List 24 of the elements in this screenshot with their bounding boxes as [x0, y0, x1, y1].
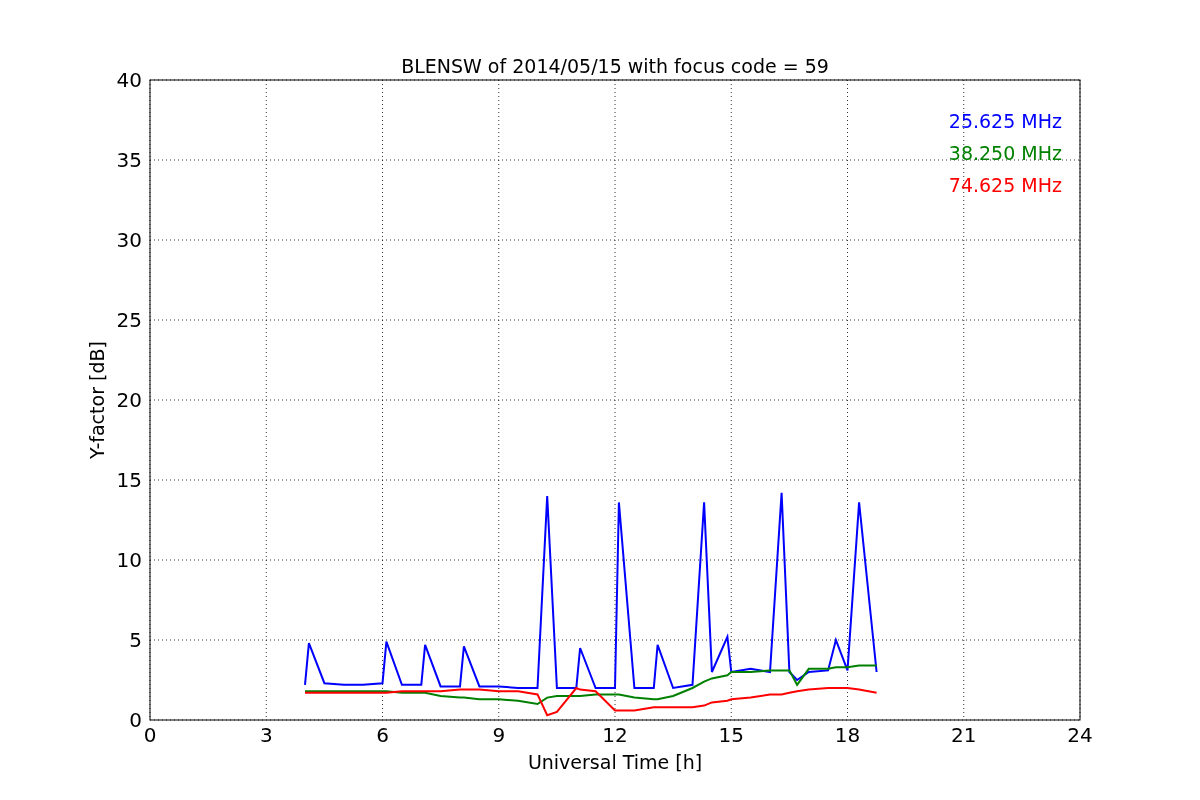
y-tick-label: 35 [116, 148, 142, 172]
x-tick-label: 3 [259, 723, 273, 747]
y-tick-label: 15 [116, 468, 142, 492]
y-axis-label: Y-factor [dB] [86, 341, 108, 459]
y-tick-label: 40 [116, 68, 142, 92]
legend-label: 74.625 MHz [948, 174, 1062, 196]
x-tick-label: 21 [951, 723, 977, 747]
y-tick-label: 5 [129, 628, 142, 652]
x-tick-label: 24 [1067, 723, 1093, 747]
y-tick-label: 0 [129, 708, 142, 732]
x-tick-label: 15 [718, 723, 744, 747]
x-tick-label: 12 [602, 723, 628, 747]
legend-label: 38.250 MHz [948, 142, 1062, 164]
y-tick-label: 20 [116, 388, 142, 412]
legend-label: 25.625 MHz [948, 110, 1062, 132]
x-axis-label: Universal Time [h] [527, 751, 703, 773]
chart-title: BLENSW of 2014/05/15 with focus code = 59 [401, 55, 829, 77]
y-tick-label: 25 [116, 308, 142, 332]
x-tick-label: 9 [492, 723, 506, 747]
y-tick-label: 10 [116, 548, 142, 572]
y-tick-label: 30 [116, 228, 142, 252]
x-tick-label: 0 [143, 723, 157, 747]
x-tick-label: 18 [834, 723, 861, 747]
x-tick-label: 6 [376, 723, 389, 747]
